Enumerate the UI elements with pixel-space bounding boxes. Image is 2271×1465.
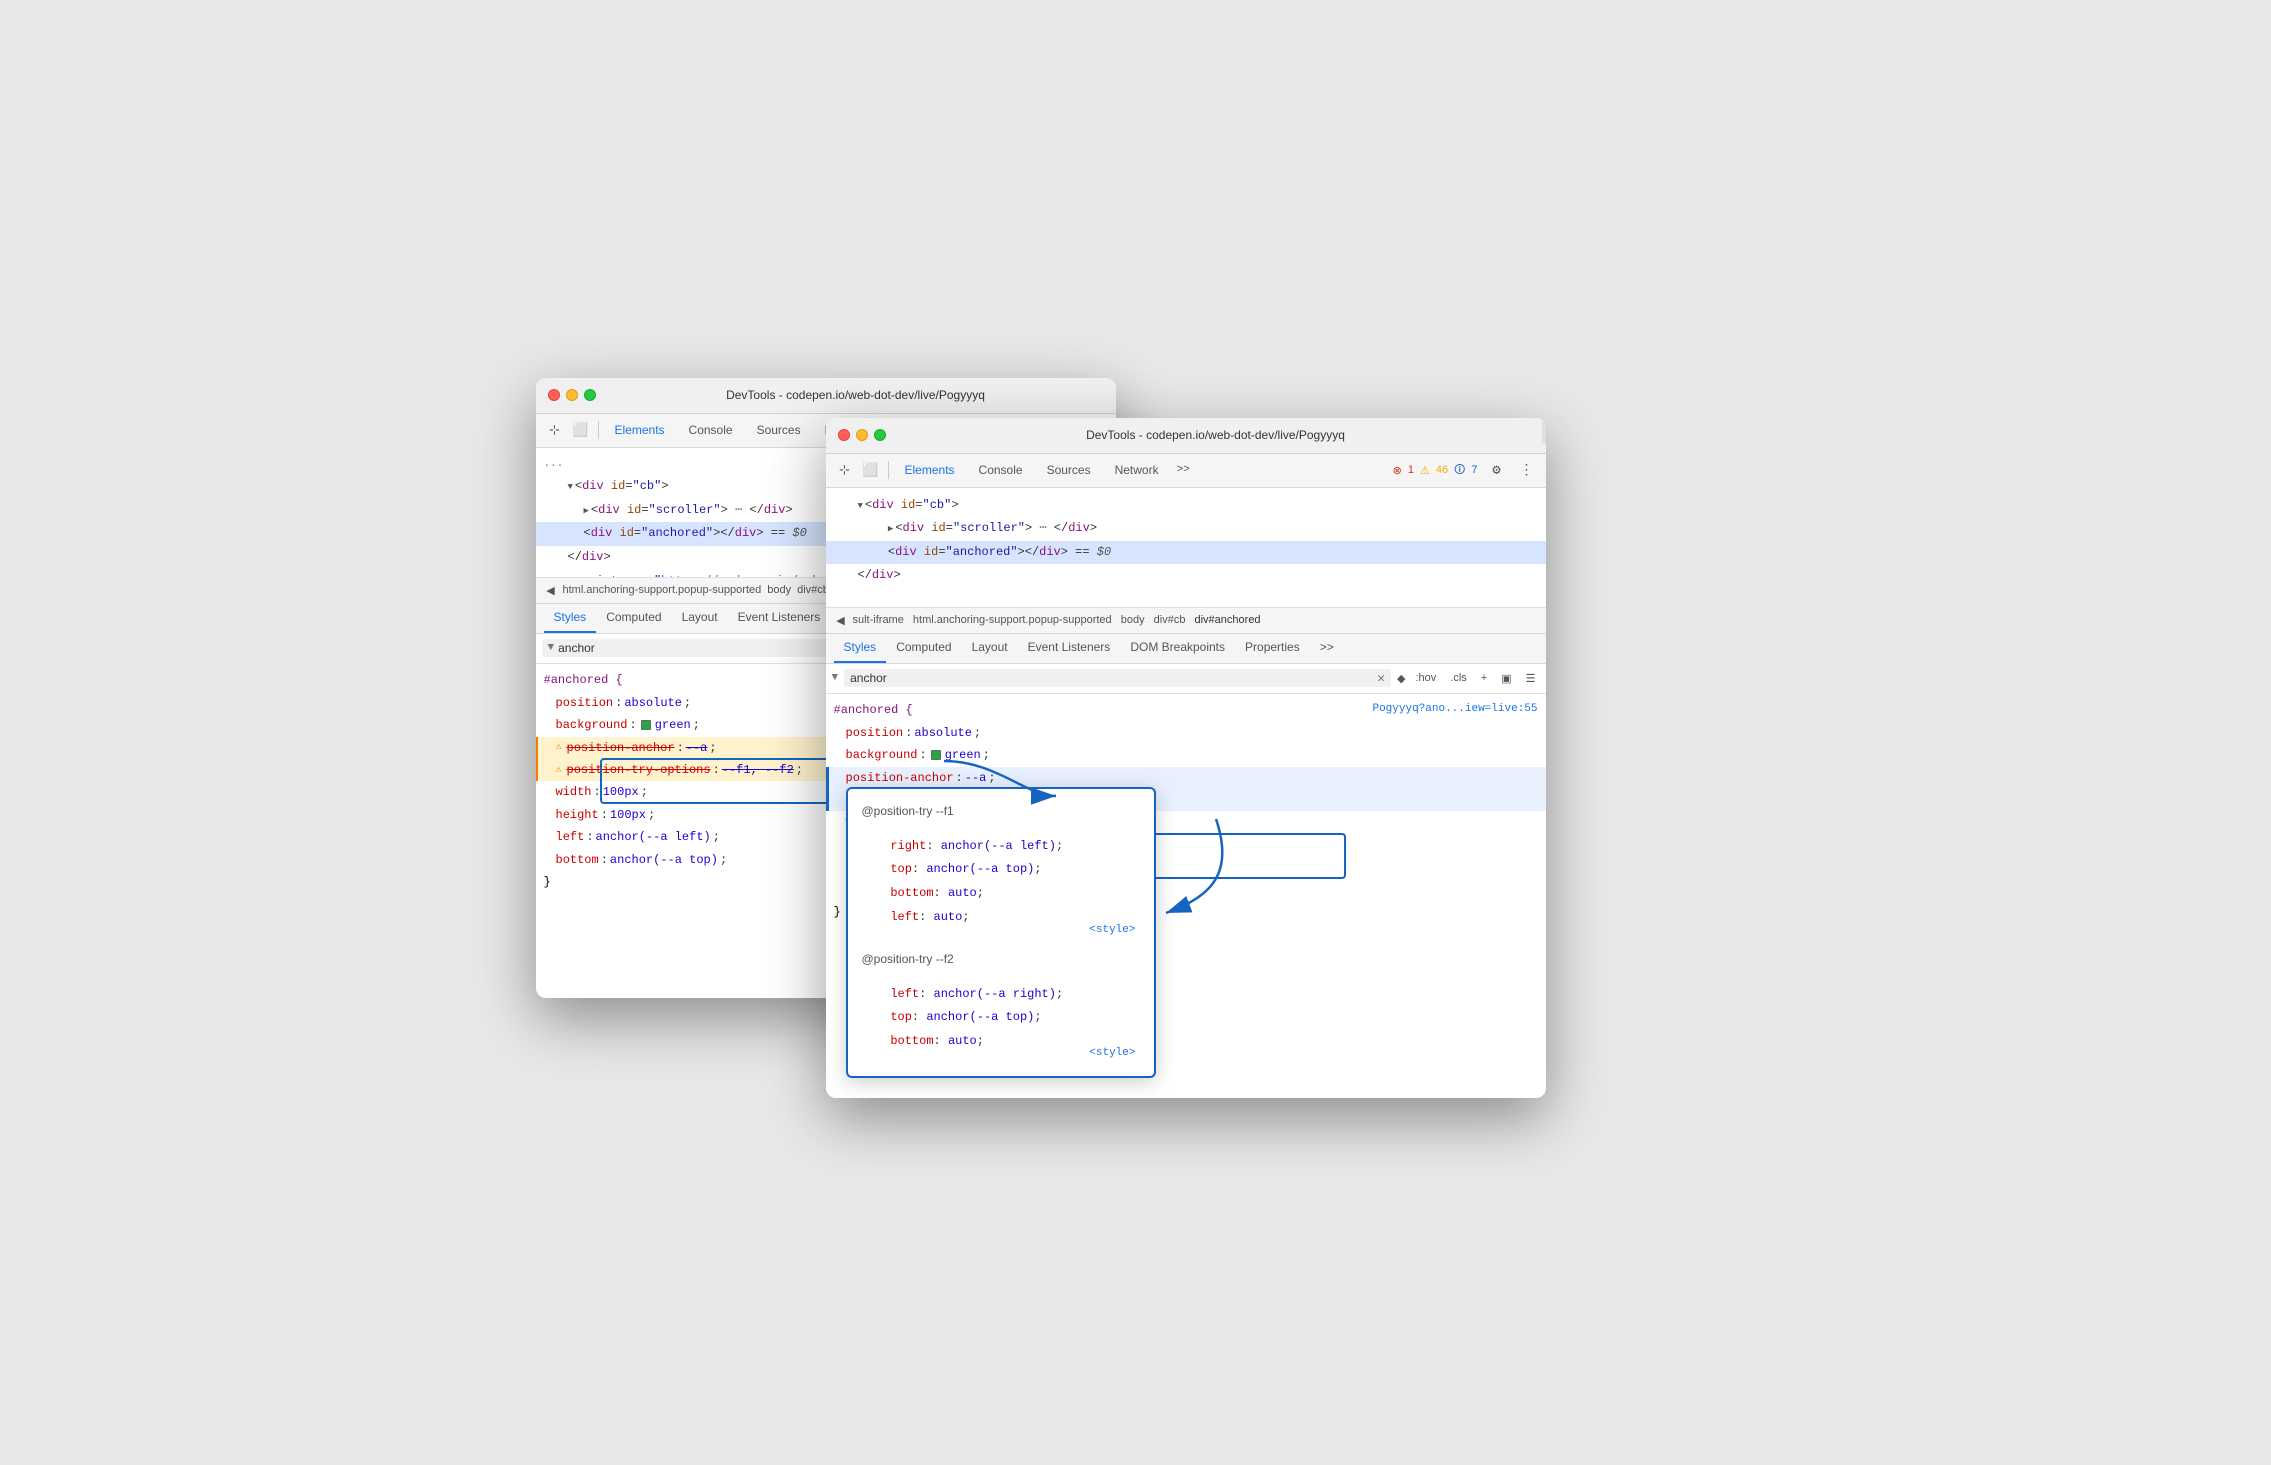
- dom-front-divcb[interactable]: ▼<div id="cb">: [826, 494, 1546, 518]
- popup-rule-2-1: left: anchor(--a right);: [862, 983, 1140, 1007]
- tab-sources-front[interactable]: Sources: [1037, 459, 1101, 481]
- cursor-icon-front[interactable]: ⊹: [834, 459, 856, 481]
- panel-tab-layout-front[interactable]: Layout: [962, 633, 1018, 663]
- bc-item-divcb-front[interactable]: div#cb: [1151, 614, 1189, 626]
- filter-input-wrap-front[interactable]: ✕: [844, 669, 1391, 687]
- toolbar-divider-front: [888, 461, 889, 479]
- dom-front-anchored[interactable]: <div id="anchored"></div> == $0: [826, 541, 1546, 565]
- tab-elements-front[interactable]: Elements: [895, 459, 965, 481]
- css-source-front[interactable]: Pogyyyq?ano...iew=live:55: [1372, 700, 1537, 719]
- clear-filter-icon-front[interactable]: ✕: [1377, 672, 1385, 685]
- popup-source-2[interactable]: <style>: [1089, 1044, 1135, 1064]
- plus-button-front[interactable]: +: [1477, 670, 1491, 686]
- filter-icon-back: ▼: [548, 642, 555, 654]
- popup-section-1-title: @position-try --f1: [862, 801, 1140, 823]
- warn-icon-2: ⚠: [556, 762, 562, 779]
- window-title-front: DevTools - codepen.io/web-dot-dev/live/P…: [898, 428, 1534, 442]
- close-button[interactable]: [548, 389, 560, 401]
- panel-tab-event-back[interactable]: Event Listeners: [728, 603, 831, 633]
- panel-tabs-front: Styles Computed Layout Event Listeners D…: [826, 634, 1546, 664]
- filter-input-front[interactable]: [850, 671, 1373, 685]
- css-prop-bg-front: background: green;: [826, 744, 1546, 766]
- toolbar-divider: [598, 421, 599, 439]
- css-selector-back: #anchored {: [544, 670, 623, 690]
- error-icon: ⊗: [1393, 464, 1402, 477]
- close-button-front[interactable]: [838, 429, 850, 441]
- more-dots-front[interactable]: ⋮: [1516, 459, 1538, 481]
- settings-icon-front[interactable]: ⚙: [1486, 459, 1508, 481]
- info-icon: 🛈: [1454, 461, 1465, 480]
- minimize-button-front[interactable]: [856, 429, 868, 441]
- title-bar-front: DevTools - codepen.io/web-dot-dev/live/P…: [826, 418, 1546, 454]
- breadcrumb-front: ◀ sult-iframe html.anchoring-support.pop…: [826, 608, 1546, 634]
- popup-rule-1-2: top: anchor(--a top);: [862, 858, 1140, 882]
- popup-source-1[interactable]: <style>: [1089, 921, 1135, 941]
- traffic-lights-back: [548, 389, 596, 401]
- color-swatch-front: [931, 750, 941, 760]
- hov-button-front[interactable]: :hov: [1411, 670, 1440, 686]
- panel-tab-computed-back[interactable]: Computed: [596, 603, 671, 633]
- cls-button-front[interactable]: .cls: [1446, 670, 1471, 686]
- warn-icon-toolbar: ⚠: [1420, 464, 1430, 477]
- filter-layers-icon-front: ◆: [1397, 672, 1405, 685]
- tab-elements-back[interactable]: Elements: [605, 419, 675, 441]
- breadcrumb-back-arrow[interactable]: ◀: [542, 581, 560, 599]
- screen-button-front[interactable]: ▣: [1497, 670, 1515, 687]
- cursor-icon[interactable]: ⊹: [544, 419, 566, 441]
- dom-front-closediv[interactable]: </div>: [826, 564, 1546, 588]
- popup-rule-2-2: top: anchor(--a top);: [862, 1006, 1140, 1030]
- panel-tab-event-front[interactable]: Event Listeners: [1018, 633, 1121, 663]
- panel-tab-styles-back[interactable]: Styles: [544, 603, 597, 633]
- maximize-button[interactable]: [584, 389, 596, 401]
- title-bar-back: DevTools - codepen.io/web-dot-dev/live/P…: [536, 378, 1116, 414]
- tab-console-front[interactable]: Console: [969, 459, 1033, 481]
- window-title-back: DevTools - codepen.io/web-dot-dev/live/P…: [608, 388, 1104, 402]
- maximize-button-front[interactable]: [874, 429, 886, 441]
- bc-item-body[interactable]: body: [764, 584, 794, 596]
- minimize-button[interactable]: [566, 389, 578, 401]
- toolbar-more-front[interactable]: >>: [1173, 462, 1194, 478]
- panel-tab-styles-front[interactable]: Styles: [834, 633, 887, 663]
- columns-button-front[interactable]: ☰: [1522, 670, 1540, 687]
- info-count: 7: [1471, 464, 1477, 476]
- error-count: 1: [1408, 464, 1414, 476]
- bc-item-iframe[interactable]: sult-iframe: [850, 614, 907, 626]
- filter-funnel-icon: ▼: [832, 672, 839, 684]
- tab-console-back[interactable]: Console: [679, 419, 743, 441]
- error-badges: ⊗ 1 ⚠ 46 🛈 7: [1393, 461, 1478, 480]
- bc-item-html[interactable]: html.anchoring-support.popup-supported: [560, 584, 765, 596]
- breadcrumb-back-arrow-front[interactable]: ◀: [832, 611, 850, 629]
- devtools-window-front: DevTools - codepen.io/web-dot-dev/live/P…: [826, 418, 1546, 1098]
- layers-icon-front[interactable]: ⬜: [860, 459, 882, 481]
- popup-box: @position-try --f1 right: anchor(--a lef…: [846, 787, 1156, 1077]
- layers-icon[interactable]: ⬜: [570, 419, 592, 441]
- bc-item-html-front[interactable]: html.anchoring-support.popup-supported: [910, 614, 1115, 626]
- bc-item-divanchored-front[interactable]: div#anchored: [1192, 614, 1264, 626]
- devtools-toolbar-front: ⊹ ⬜ Elements Console Sources Network >> …: [826, 454, 1546, 488]
- popup-rule-1-1: right: anchor(--a left);: [862, 835, 1140, 859]
- traffic-lights-front: [838, 429, 886, 441]
- css-prop-anchor-front: position-anchor: --a;: [826, 767, 1546, 789]
- panel-tab-computed-front[interactable]: Computed: [886, 633, 961, 663]
- filter-actions-front: ◆ :hov .cls + ▣ ☰: [1397, 670, 1539, 687]
- css-selector-front: #anchored {: [834, 700, 913, 720]
- tab-network-front[interactable]: Network: [1105, 459, 1169, 481]
- panel-tab-more-front[interactable]: >>: [1310, 633, 1344, 663]
- dom-panel-front: ▼<div id="cb"> ▶<div id="scroller"> ⋯ </…: [826, 488, 1546, 608]
- warn-count: 46: [1436, 464, 1448, 476]
- popup-rule-1-3: bottom: auto;: [862, 882, 1140, 906]
- bc-item-body-front[interactable]: body: [1118, 614, 1148, 626]
- filter-bar-front: ▼ ✕ ◆ :hov .cls + ▣ ☰: [826, 664, 1546, 694]
- panel-tab-layout-back[interactable]: Layout: [672, 603, 728, 633]
- css-prop-position-front: position: absolute;: [826, 722, 1546, 744]
- popup-section-2-title: @position-try --f2: [862, 949, 1140, 971]
- panel-tab-props-front[interactable]: Properties: [1235, 633, 1310, 663]
- tab-sources-back[interactable]: Sources: [747, 419, 811, 441]
- warn-icon-1: ⚠: [556, 739, 562, 756]
- panel-tab-dom-front[interactable]: DOM Breakpoints: [1120, 633, 1235, 663]
- dom-front-scroller[interactable]: ▶<div id="scroller"> ⋯ </div>: [826, 517, 1546, 541]
- color-swatch-back: [641, 720, 651, 730]
